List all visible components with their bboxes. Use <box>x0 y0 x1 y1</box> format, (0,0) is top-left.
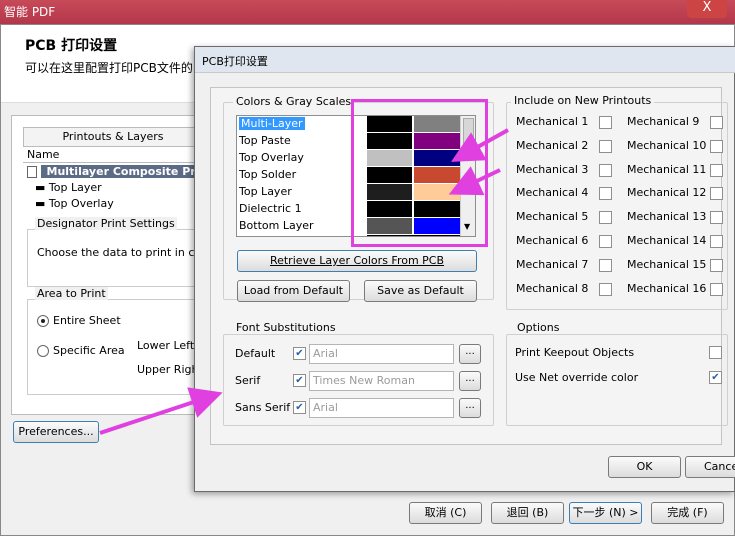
arrow-top-overlay <box>451 128 509 162</box>
annotation-arrows <box>99 128 509 435</box>
arrow-top-layer <box>448 166 501 196</box>
arrow-preferences <box>99 387 223 435</box>
